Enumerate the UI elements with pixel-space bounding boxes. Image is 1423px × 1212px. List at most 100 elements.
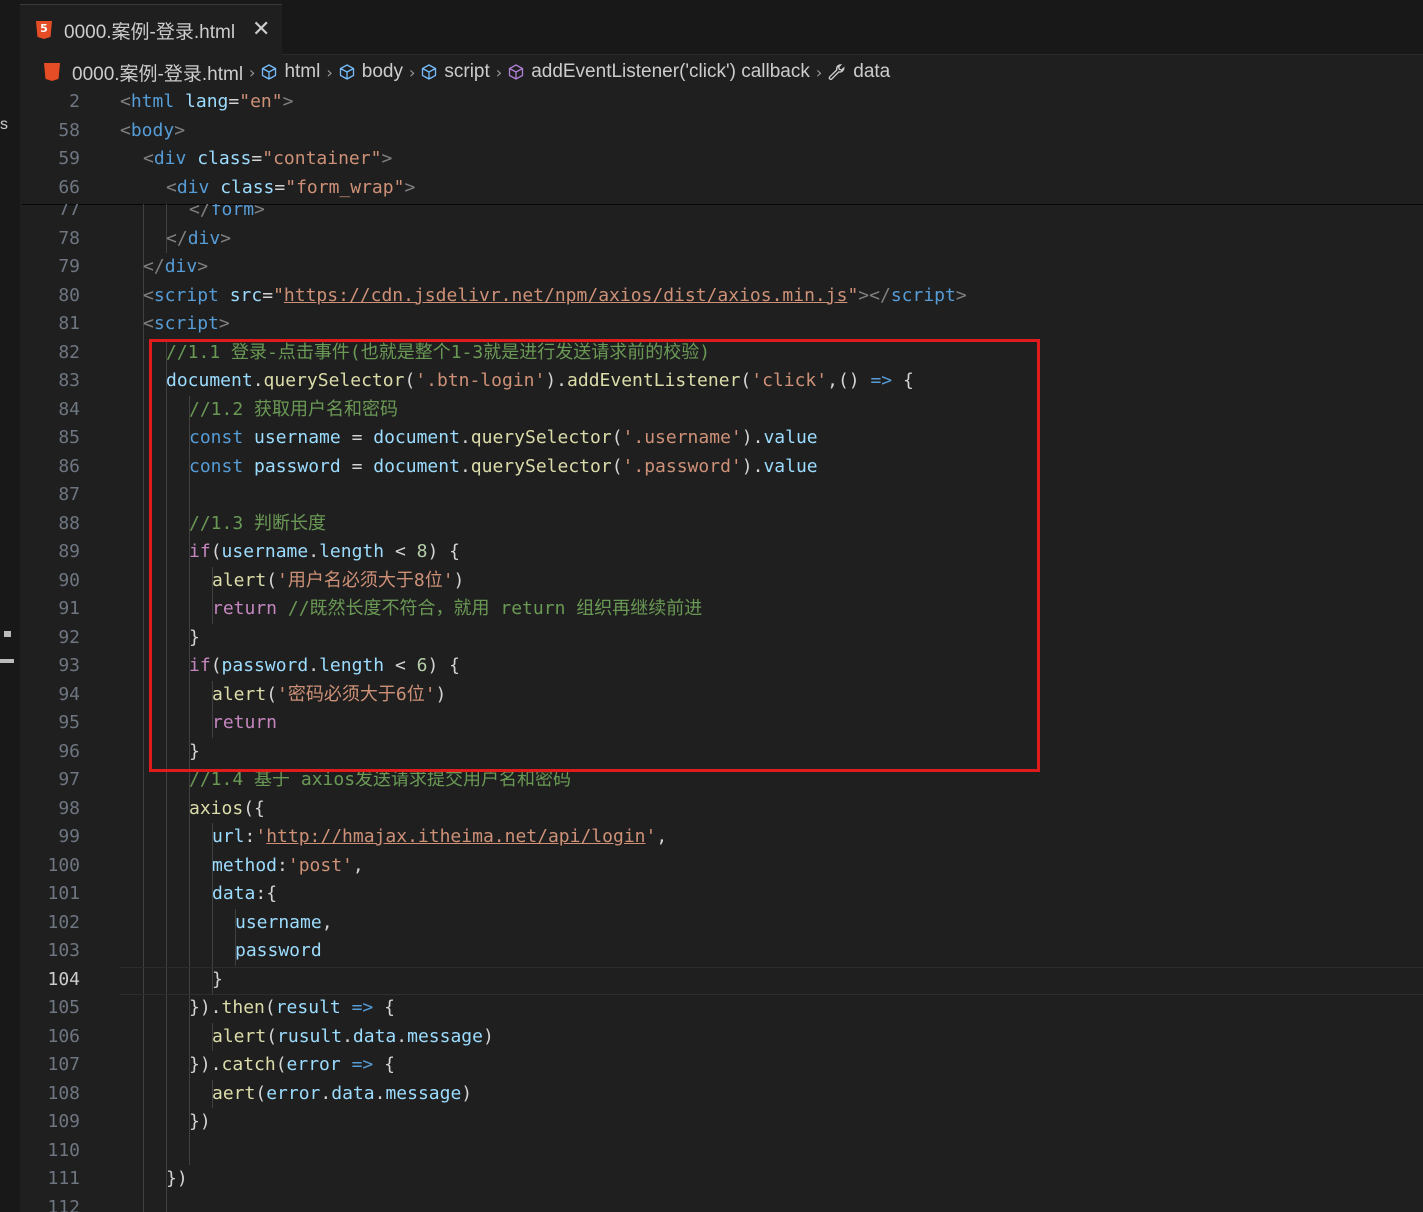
line-number: 96 xyxy=(58,740,80,762)
code-line[interactable]: 103 password xyxy=(22,937,1423,966)
breadcrumb-separator-icon: › xyxy=(495,62,503,82)
code-text: <html lang="en"> xyxy=(120,91,294,112)
breadcrumb-label: html xyxy=(284,61,321,82)
code-line[interactable]: 110 xyxy=(22,1137,1423,1166)
breadcrumb-label: data xyxy=(853,61,891,82)
breadcrumb-item[interactable]: 0000.案例-登录.html xyxy=(22,59,243,86)
line-number: 89 xyxy=(58,541,80,562)
line-number: 93 xyxy=(58,655,80,676)
breadcrumb-label: addEventListener('click') callback xyxy=(531,61,810,82)
code-line[interactable]: 111}) xyxy=(22,1165,1423,1194)
line-number: 90 xyxy=(58,569,80,591)
line-number: 79 xyxy=(58,256,80,277)
html5-file-icon xyxy=(36,21,52,39)
line-number: 97 xyxy=(58,769,80,790)
code-line[interactable]: 59 <div class="container"> xyxy=(22,145,1423,174)
tag-icon xyxy=(261,64,277,80)
line-number: 99 xyxy=(58,826,80,847)
code-line[interactable]: 112 xyxy=(22,1194,1423,1212)
method-icon xyxy=(508,64,524,80)
line-number: 82 xyxy=(58,341,80,363)
code-text: username, xyxy=(235,911,333,933)
code-line[interactable]: 106 alert(rusult.data.message) xyxy=(22,1023,1423,1052)
line-number: 112 xyxy=(47,1196,80,1212)
editor-tab[interactable]: 0000.案例-登录.html ✕ xyxy=(20,4,282,55)
code-text: alert(rusult.data.message) xyxy=(212,1025,494,1047)
line-number: 91 xyxy=(58,598,80,619)
breadcrumb-separator-icon: › xyxy=(326,62,333,82)
line-number: 103 xyxy=(47,940,80,961)
code-line[interactable]: 66 <div class="form_wrap"> xyxy=(22,174,1423,203)
line-number: 2 xyxy=(69,91,80,112)
line-number: 84 xyxy=(58,398,80,420)
code-text: method:'post', xyxy=(212,854,364,876)
breadcrumb-separator-icon: › xyxy=(408,62,416,82)
breadcrumb-label: 0000.案例-登录.html xyxy=(72,63,244,85)
code-line[interactable]: 107}).catch(error => { xyxy=(22,1051,1423,1080)
code-line[interactable]: 79 </div> xyxy=(22,253,1423,282)
line-number: 94 xyxy=(58,683,80,705)
highlight-box xyxy=(149,339,1040,772)
line-number: 83 xyxy=(58,370,80,391)
code-line[interactable]: 98 axios({ xyxy=(22,795,1423,824)
breadcrumb: 0000.案例-登录.html › html › body › script › addEven… xyxy=(22,56,1423,88)
line-number: 86 xyxy=(58,455,80,477)
code-text: data:{ xyxy=(212,883,278,904)
line-number: 81 xyxy=(58,313,80,334)
code-text: </div> xyxy=(166,227,232,249)
breadcrumb-separator-icon: › xyxy=(249,62,256,82)
code-text: password xyxy=(235,940,322,961)
code-line[interactable]: 58 <body> xyxy=(22,117,1423,146)
code-line[interactable]: 2 <html lang="en"> xyxy=(22,88,1423,117)
line-number: 98 xyxy=(58,797,80,819)
code-line[interactable]: 101 data:{ xyxy=(22,880,1423,909)
line-number: 92 xyxy=(58,626,80,648)
code-text: </div> xyxy=(143,256,209,277)
code-line[interactable]: 102 username, xyxy=(22,909,1423,938)
breadcrumb-item[interactable]: body xyxy=(339,61,403,83)
line-number: 109 xyxy=(47,1111,80,1132)
scroll-marker xyxy=(0,659,14,663)
breadcrumb-item[interactable]: addEventListener('click') callback xyxy=(508,61,810,83)
code-text: axios({ xyxy=(189,797,265,819)
line-number: 106 xyxy=(47,1025,80,1047)
code-line[interactable]: 105 }).then(result => { xyxy=(22,994,1423,1023)
line-number: 108 xyxy=(47,1082,80,1104)
line-number: 102 xyxy=(47,911,80,933)
wrench-icon xyxy=(828,63,846,81)
code-text: <script> xyxy=(143,313,230,334)
code-text: }).catch(error => { xyxy=(189,1054,395,1075)
code-line[interactable]: 78 </div> xyxy=(22,225,1423,254)
code-text: <div class="form_wrap"> xyxy=(166,176,416,198)
code-text: aert(error.data.message) xyxy=(212,1082,473,1104)
tag-icon xyxy=(339,64,355,80)
line-number: 85 xyxy=(58,427,80,448)
breadcrumb-item[interactable]: script xyxy=(421,61,490,83)
line-number: 88 xyxy=(58,512,80,534)
code-text: <div class="container"> xyxy=(143,148,393,169)
line-number: 105 xyxy=(47,997,80,1018)
sticky-scroll-header[interactable]: 2 <html lang="en"> 58 <body> 59 <div class="c… xyxy=(22,88,1423,204)
line-number: 78 xyxy=(58,227,80,249)
line-number: 66 xyxy=(58,176,80,198)
code-text: } xyxy=(212,968,223,990)
code-text: }).then(result => { xyxy=(189,997,395,1018)
code-line[interactable]: 108 aert(error.data.message) xyxy=(22,1080,1423,1109)
side-panel-text: s xyxy=(0,116,8,133)
code-line[interactable]: 81 <script> xyxy=(22,310,1423,339)
code-line[interactable]: 109}) xyxy=(22,1108,1423,1137)
code-line[interactable]: 80 <script src="https://cdn.jsdelivr.net/… xyxy=(22,282,1423,311)
line-number: 110 xyxy=(47,1139,80,1161)
code-line[interactable]: 99 url:'http://hmajax.itheima.net/api/log… xyxy=(22,823,1423,852)
breadcrumb-item[interactable]: data xyxy=(828,61,890,83)
line-number: 59 xyxy=(58,148,80,169)
close-icon[interactable]: ✕ xyxy=(252,5,270,55)
code-text: }) xyxy=(189,1111,211,1132)
code-line[interactable]: 104} xyxy=(22,966,1423,995)
line-number: 101 xyxy=(47,883,80,904)
tab-bar: 0000.案例-登录.html ✕ xyxy=(0,0,1423,55)
breadcrumb-label: script xyxy=(444,61,490,82)
code-line[interactable]: 100 method:'post', xyxy=(22,852,1423,881)
breadcrumb-item[interactable]: html xyxy=(261,61,320,83)
line-number: 58 xyxy=(58,119,80,141)
